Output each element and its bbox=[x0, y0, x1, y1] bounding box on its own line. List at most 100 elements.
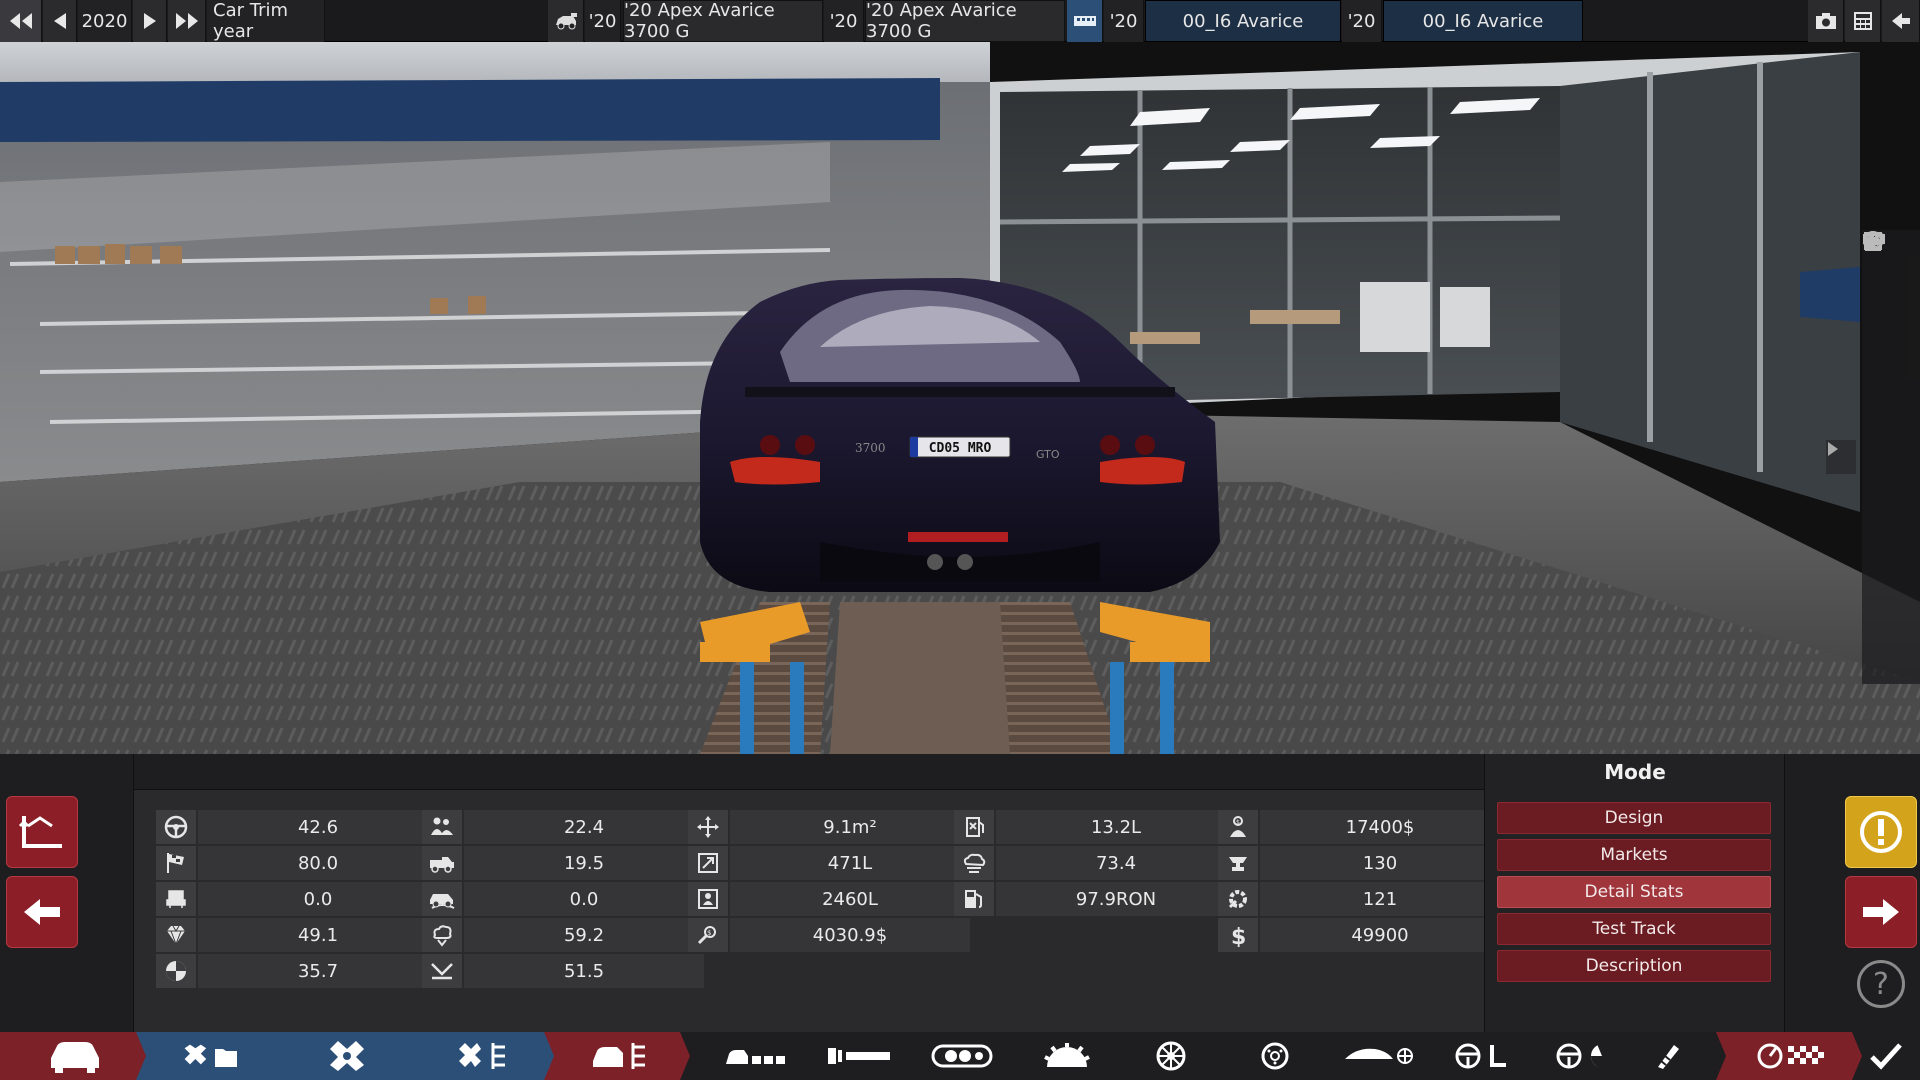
warning-icon bbox=[1860, 811, 1902, 853]
year-prev-button[interactable] bbox=[43, 0, 77, 42]
stat-engineering-cost: $ 17400$ bbox=[1218, 810, 1500, 844]
exit-button[interactable] bbox=[1882, 0, 1920, 42]
stat-reliability: 59.2 bbox=[422, 918, 704, 952]
next-button[interactable] bbox=[1845, 876, 1917, 948]
fuel-tank-icon bbox=[966, 817, 984, 837]
passenger-box-icon bbox=[698, 889, 718, 909]
car-model-icon-button[interactable] bbox=[548, 0, 584, 42]
variant-selector[interactable]: 00_I6 Avarice bbox=[1383, 0, 1583, 42]
stat-service-cost: 121 bbox=[1218, 882, 1500, 916]
nav-car-button[interactable] bbox=[0, 1032, 150, 1080]
lightbulb-icon bbox=[1864, 231, 1882, 249]
nav-engine-design-button[interactable] bbox=[136, 1032, 286, 1080]
view-wheel-button[interactable] bbox=[1863, 231, 1911, 308]
stat-fuel-octane: 97.9RON bbox=[954, 882, 1236, 916]
stat-value: 13.2L bbox=[996, 810, 1236, 844]
cargo-box-icon bbox=[698, 853, 718, 873]
stat-environmental: 51.5 bbox=[422, 954, 704, 988]
svg-text:$: $ bbox=[707, 929, 711, 937]
graph-button[interactable] bbox=[6, 796, 78, 868]
emissions-cloud-icon bbox=[963, 853, 986, 873]
view-toolbar bbox=[1862, 230, 1920, 684]
view-suspension-button[interactable] bbox=[1865, 232, 1911, 567]
designer-nav-bar bbox=[0, 1032, 1920, 1080]
view-body-button[interactable] bbox=[1863, 234, 1911, 419]
left-icon bbox=[53, 13, 66, 29]
nav-testing-button[interactable] bbox=[1716, 1032, 1866, 1080]
help-button[interactable]: ? bbox=[1857, 960, 1905, 1008]
engine-icon-button[interactable] bbox=[1067, 0, 1103, 42]
back-button[interactable] bbox=[6, 876, 78, 948]
pickup-truck-icon bbox=[430, 857, 454, 873]
view-paint-button[interactable] bbox=[1866, 234, 1911, 345]
stat-value: 17400$ bbox=[1260, 810, 1500, 844]
dollar-icon: $ bbox=[1231, 925, 1246, 947]
calculator-button[interactable] bbox=[1845, 0, 1881, 42]
view-lights-button[interactable] bbox=[1864, 231, 1911, 678]
model-selector[interactable]: '20 Apex Avarice 3700 G bbox=[623, 0, 823, 42]
year-next-button[interactable] bbox=[133, 0, 167, 42]
engine-pistons-icon bbox=[330, 1041, 364, 1071]
view-chassis-button[interactable] bbox=[1863, 235, 1911, 382]
mode-design-button[interactable]: Design bbox=[1497, 802, 1771, 834]
trim-selector[interactable]: '20 Apex Avarice 3700 G bbox=[865, 0, 1065, 42]
variant-year: '20 bbox=[1342, 0, 1382, 42]
back-arrow-icon bbox=[1891, 13, 1910, 29]
mode-markets-button[interactable]: Markets bbox=[1497, 839, 1771, 871]
right-arrow-icon bbox=[1863, 899, 1899, 925]
steering-seat-icon bbox=[1455, 1043, 1506, 1069]
car-viewport[interactable]: 3700 GTO CD05 MRO bbox=[0, 42, 1920, 754]
engine-selector[interactable]: 00_I6 Avarice bbox=[1145, 0, 1341, 42]
car-lineup-icon bbox=[726, 1050, 785, 1064]
stat-value: 19.5 bbox=[464, 846, 704, 880]
left-tools bbox=[0, 754, 134, 1032]
stat-value: 51.5 bbox=[464, 954, 704, 988]
wrench-cost-icon: $ bbox=[697, 926, 716, 945]
stat-value: 9.1m² bbox=[730, 810, 970, 844]
speedometer-checkered-icon bbox=[1757, 1043, 1824, 1069]
stats-panel: 42.6 80.0 0.0 49.1 35.7 22.4 19.5 0.0 59… bbox=[0, 754, 1920, 1032]
engine-folder-icon bbox=[184, 1044, 237, 1067]
screenshot-button[interactable] bbox=[1808, 0, 1844, 42]
nav-engine-block-button[interactable] bbox=[272, 1032, 422, 1080]
double-right-icon bbox=[175, 13, 198, 29]
view-engine-button[interactable] bbox=[1864, 234, 1911, 530]
mode-title: Mode bbox=[1604, 760, 1666, 784]
car-front-icon bbox=[51, 1042, 99, 1073]
year-last-button[interactable] bbox=[168, 0, 206, 42]
view-interior-button[interactable] bbox=[1864, 233, 1911, 493]
service-gear-icon bbox=[1228, 890, 1247, 909]
engine-block-icon bbox=[1073, 16, 1096, 26]
stat-offroad: 0.0 bbox=[422, 882, 704, 916]
mode-detail-stats-button[interactable]: Detail Stats bbox=[1497, 876, 1771, 908]
view-silhouette-button[interactable] bbox=[1864, 233, 1911, 456]
nav-car-layout-button[interactable] bbox=[544, 1032, 694, 1080]
stat-fuel-tank: 13.2L bbox=[954, 810, 1236, 844]
stat-safety: 35.7 bbox=[156, 954, 438, 988]
play-right-icon bbox=[1828, 442, 1838, 456]
interior-capsule-icon bbox=[931, 1044, 993, 1068]
stat-cargo-volume: 471L bbox=[688, 846, 970, 880]
expand-toolbar-button[interactable] bbox=[1826, 440, 1856, 474]
stat-practicality: 22.4 bbox=[422, 810, 704, 844]
mode-description-button[interactable]: Description bbox=[1497, 950, 1771, 982]
checkered-flag-icon bbox=[167, 853, 184, 873]
model-year: '20 bbox=[585, 0, 621, 42]
warnings-button[interactable] bbox=[1845, 796, 1917, 868]
checkmark-icon bbox=[1870, 1043, 1902, 1070]
stat-passenger-volume: 2460L bbox=[688, 882, 970, 916]
view-frame-button[interactable] bbox=[1864, 232, 1911, 641]
offroad-car-icon bbox=[430, 894, 455, 909]
nav-finish-button[interactable] bbox=[1852, 1032, 1920, 1080]
mode-panel: Mode Design Markets Detail Stats Test Tr… bbox=[1484, 754, 1784, 1032]
year-first-button[interactable] bbox=[0, 0, 42, 42]
view-brakes-button[interactable] bbox=[1864, 232, 1911, 604]
double-left-icon bbox=[9, 13, 32, 29]
license-plate: CD05 MRO bbox=[929, 441, 992, 456]
camera-icon bbox=[1815, 13, 1836, 29]
nav-engine-parts-button[interactable] bbox=[408, 1032, 558, 1080]
svg-text:$: $ bbox=[1236, 819, 1240, 826]
stat-drivability: 42.6 bbox=[156, 810, 438, 844]
steering-wheel-icon bbox=[164, 815, 188, 839]
mode-test-track-button[interactable]: Test Track bbox=[1497, 913, 1771, 945]
